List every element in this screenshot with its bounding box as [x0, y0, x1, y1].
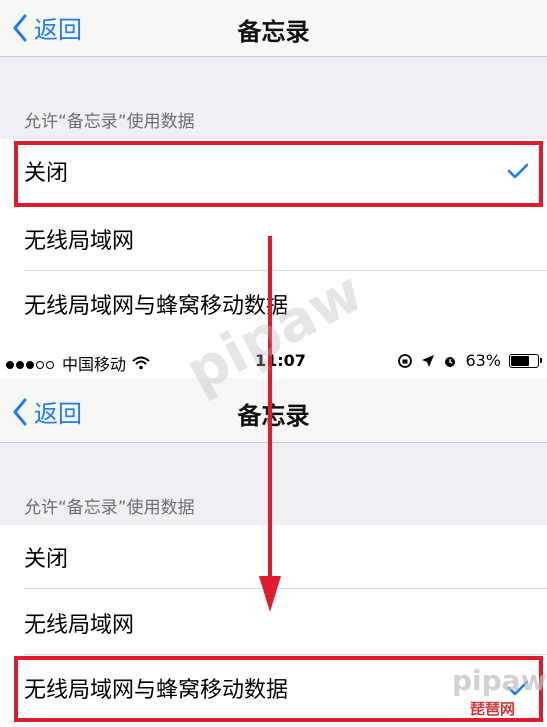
signal-icon [6, 354, 56, 373]
battery-icon [509, 353, 542, 368]
rotation-lock-icon [398, 353, 413, 368]
location-icon [422, 354, 435, 367]
option-label: 无线局域网 [24, 613, 135, 638]
checkmark-icon [507, 163, 529, 179]
option-label: 无线局域网 [24, 229, 135, 254]
option-label: 关闭 [24, 161, 69, 186]
option-label: 无线局域网与蜂窝移动数据 [24, 678, 289, 703]
section-background: 允许“备忘录”使用数据 [0, 57, 547, 139]
row-divider [24, 654, 547, 655]
section-header: 允许“备忘录”使用数据 [24, 498, 195, 518]
page-title: 备忘录 [237, 18, 310, 46]
watermark-logo-corner: pipaw [452, 664, 547, 697]
row-divider [24, 270, 547, 271]
section-header: 允许“备忘录”使用数据 [24, 112, 195, 132]
wifi-icon [132, 356, 150, 370]
watermark-site-label: 琵琶网 [470, 700, 516, 718]
option-row-off[interactable]: 关闭 [0, 139, 547, 203]
carrier-name: 中国移动 [62, 355, 127, 374]
nav-bar-top: 返回 备忘录 [0, 0, 547, 57]
battery-percent: 63% [465, 351, 501, 370]
option-label: 关闭 [24, 547, 69, 572]
alarm-icon [445, 356, 456, 367]
row-divider [24, 588, 547, 589]
